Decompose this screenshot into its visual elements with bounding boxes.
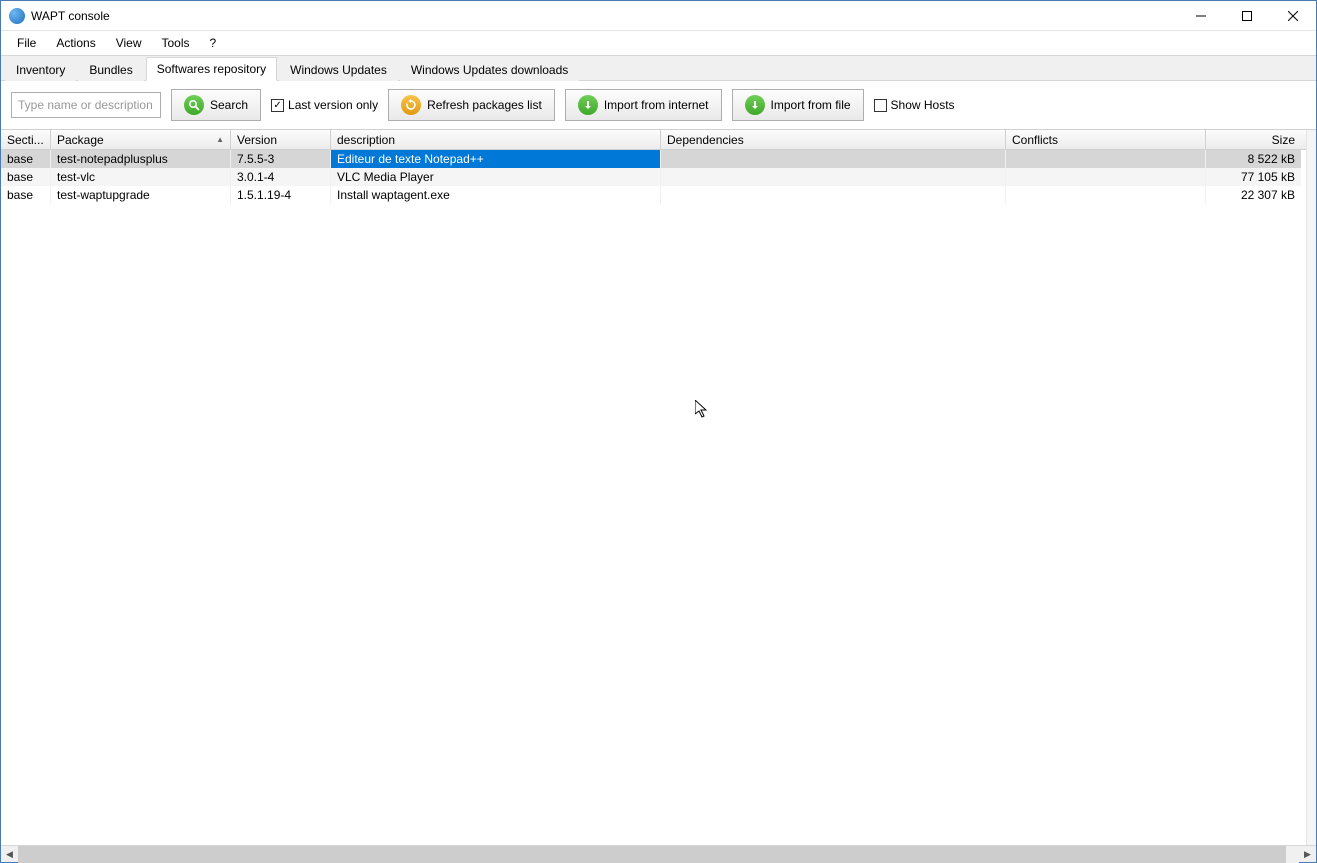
scroll-thumb[interactable] (18, 846, 1286, 863)
show-hosts-label: Show Hosts (891, 98, 955, 112)
tab-bundles[interactable]: Bundles (78, 58, 143, 81)
tab-windows-updates-downloads[interactable]: Windows Updates downloads (400, 58, 579, 81)
col-header-size[interactable]: Size (1206, 130, 1301, 149)
cell-description: VLC Media Player (331, 168, 661, 186)
menu-tools[interactable]: Tools (152, 33, 200, 53)
refresh-button[interactable]: Refresh packages list (388, 89, 555, 121)
col-header-section[interactable]: Secti... (1, 130, 51, 149)
cell-conflicts (1006, 150, 1206, 168)
cell-version: 3.0.1-4 (231, 168, 331, 186)
menu-bar: File Actions View Tools ? (1, 31, 1316, 55)
col-header-conflicts[interactable]: Conflicts (1006, 130, 1206, 149)
cell-version: 7.5.5-3 (231, 150, 331, 168)
cell-package: test-notepadplusplus (51, 150, 231, 168)
cell-dependencies (661, 186, 1006, 204)
scroll-left-icon[interactable]: ◀ (1, 846, 18, 863)
menu-file[interactable]: File (7, 33, 46, 53)
download-icon (578, 95, 598, 115)
table-row[interactable]: basetest-waptupgrade1.5.1.19-4Install wa… (1, 186, 1306, 204)
cell-description: Editeur de texte Notepad++ (331, 150, 661, 168)
toolbar: Search ✓ Last version only Refresh packa… (1, 81, 1316, 130)
grid-header: Secti... Package ▲ Version description D… (1, 130, 1306, 150)
cell-dependencies (661, 168, 1006, 186)
import-file-button[interactable]: Import from file (732, 89, 864, 121)
cell-package: test-waptupgrade (51, 186, 231, 204)
import-file-label: Import from file (771, 98, 851, 112)
refresh-icon (401, 95, 421, 115)
search-button[interactable]: Search (171, 89, 261, 121)
cell-section: base (1, 150, 51, 168)
cell-size: 22 307 kB (1206, 186, 1301, 204)
cell-package: test-vlc (51, 168, 231, 186)
import-internet-button[interactable]: Import from internet (565, 89, 722, 121)
col-header-package[interactable]: Package ▲ (51, 130, 231, 149)
refresh-button-label: Refresh packages list (427, 98, 542, 112)
window-title: WAPT console (31, 9, 110, 23)
right-gutter (1306, 130, 1316, 845)
col-header-package-label: Package (57, 133, 104, 147)
menu-actions[interactable]: Actions (46, 33, 105, 53)
scroll-track[interactable] (18, 846, 1299, 863)
cell-section: base (1, 186, 51, 204)
package-grid: Secti... Package ▲ Version description D… (1, 130, 1306, 845)
cell-size: 8 522 kB (1206, 150, 1301, 168)
sort-asc-icon: ▲ (216, 135, 224, 144)
last-version-only-label: Last version only (288, 98, 378, 112)
tab-softwares-repository[interactable]: Softwares repository (146, 57, 277, 81)
grid-body[interactable]: basetest-notepadplusplus7.5.5-3Editeur d… (1, 150, 1306, 845)
search-input[interactable] (11, 92, 161, 118)
import-internet-label: Import from internet (604, 98, 709, 112)
maximize-icon (1242, 11, 1252, 21)
maximize-button[interactable] (1224, 1, 1270, 31)
table-row[interactable]: basetest-vlc3.0.1-4VLC Media Player 77 10… (1, 168, 1306, 186)
col-header-dependencies[interactable]: Dependencies (661, 130, 1006, 149)
table-row[interactable]: basetest-notepadplusplus7.5.5-3Editeur d… (1, 150, 1306, 168)
cell-version: 1.5.1.19-4 (231, 186, 331, 204)
app-icon (9, 8, 25, 24)
cell-section: base (1, 168, 51, 186)
col-header-version[interactable]: Version (231, 130, 331, 149)
checkbox-icon (874, 99, 887, 112)
tab-inventory[interactable]: Inventory (5, 58, 76, 81)
cell-dependencies (661, 150, 1006, 168)
menu-help[interactable]: ? (200, 33, 227, 53)
search-icon (184, 95, 204, 115)
scroll-right-icon[interactable]: ▶ (1299, 846, 1316, 863)
close-button[interactable] (1270, 1, 1316, 31)
col-header-description[interactable]: description (331, 130, 661, 149)
minimize-icon (1196, 11, 1206, 21)
cell-conflicts (1006, 168, 1206, 186)
show-hosts-checkbox[interactable]: Show Hosts (874, 98, 955, 112)
tab-strip: Inventory Bundles Softwares repository W… (1, 55, 1316, 81)
minimize-button[interactable] (1178, 1, 1224, 31)
horizontal-scrollbar[interactable]: ◀ ▶ (1, 845, 1316, 862)
cell-size: 77 105 kB (1206, 168, 1301, 186)
cell-conflicts (1006, 186, 1206, 204)
close-icon (1288, 11, 1298, 21)
last-version-only-checkbox[interactable]: ✓ Last version only (271, 98, 378, 112)
download-icon (745, 95, 765, 115)
title-bar: WAPT console (1, 1, 1316, 31)
search-button-label: Search (210, 98, 248, 112)
checkbox-icon: ✓ (271, 99, 284, 112)
menu-view[interactable]: View (106, 33, 152, 53)
cell-description: Install waptagent.exe (331, 186, 661, 204)
tab-windows-updates[interactable]: Windows Updates (279, 58, 398, 81)
